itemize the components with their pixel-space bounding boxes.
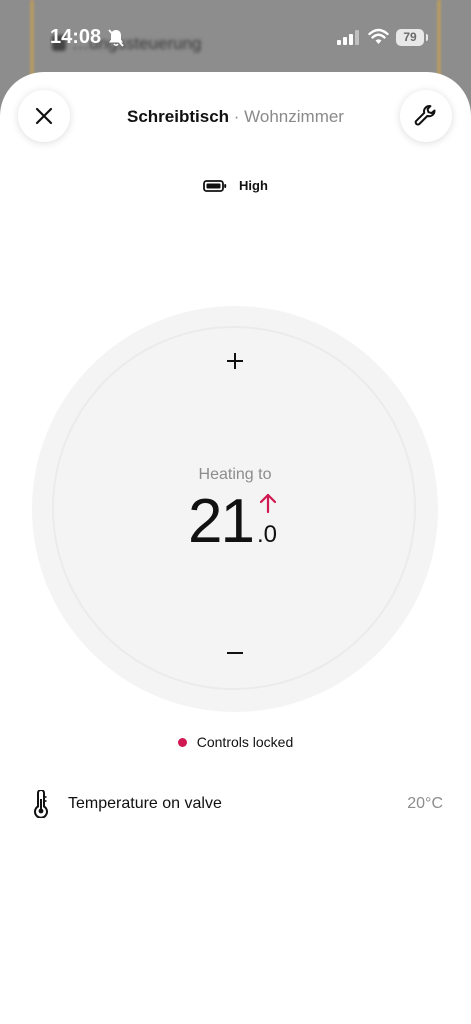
decrease-temperature-button[interactable] xyxy=(220,638,250,668)
plus-icon xyxy=(227,353,243,369)
battery-status: 79 xyxy=(396,29,424,46)
battery-full-icon xyxy=(203,179,227,192)
battery-level: High xyxy=(0,178,471,193)
controls-locked-label: Controls locked xyxy=(196,734,294,750)
header-separator: · xyxy=(229,107,245,126)
device-sheet: Schreibtisch · Wohnzimmer High Heating t… xyxy=(0,72,471,1024)
minus-icon xyxy=(227,652,243,654)
device-name: Schreibtisch xyxy=(127,107,230,126)
heating-mode-label: Heating to xyxy=(198,466,272,483)
room-name: Wohnzimmer xyxy=(244,107,344,126)
target-temperature-whole: 21 xyxy=(188,487,255,556)
signal-icon xyxy=(337,30,359,45)
bell-muted-icon xyxy=(108,29,124,47)
valve-temperature-label: Temperature on valve xyxy=(68,795,222,812)
settings-button[interactable] xyxy=(400,90,452,142)
wrench-icon xyxy=(414,105,436,126)
arrow-up-icon xyxy=(259,493,277,514)
thermometer-icon xyxy=(34,790,48,818)
status-bar: 14:08 79 xyxy=(0,0,471,76)
wifi-icon xyxy=(368,28,389,44)
thermostat-dial[interactable]: Heating to 21 .0 xyxy=(32,306,438,712)
increase-temperature-button[interactable] xyxy=(220,346,250,376)
valve-temperature-row: Temperature on valve 20°C xyxy=(32,790,443,818)
locked-indicator-dot xyxy=(177,737,187,747)
valve-temperature-value: 20°C xyxy=(407,795,443,812)
battery-level-label: High xyxy=(239,178,268,193)
status-time: 14:08 xyxy=(50,26,102,48)
battery-nub xyxy=(426,34,428,41)
target-temperature-decimal: .0 xyxy=(257,521,278,548)
controls-locked-status: Controls locked xyxy=(0,734,471,750)
